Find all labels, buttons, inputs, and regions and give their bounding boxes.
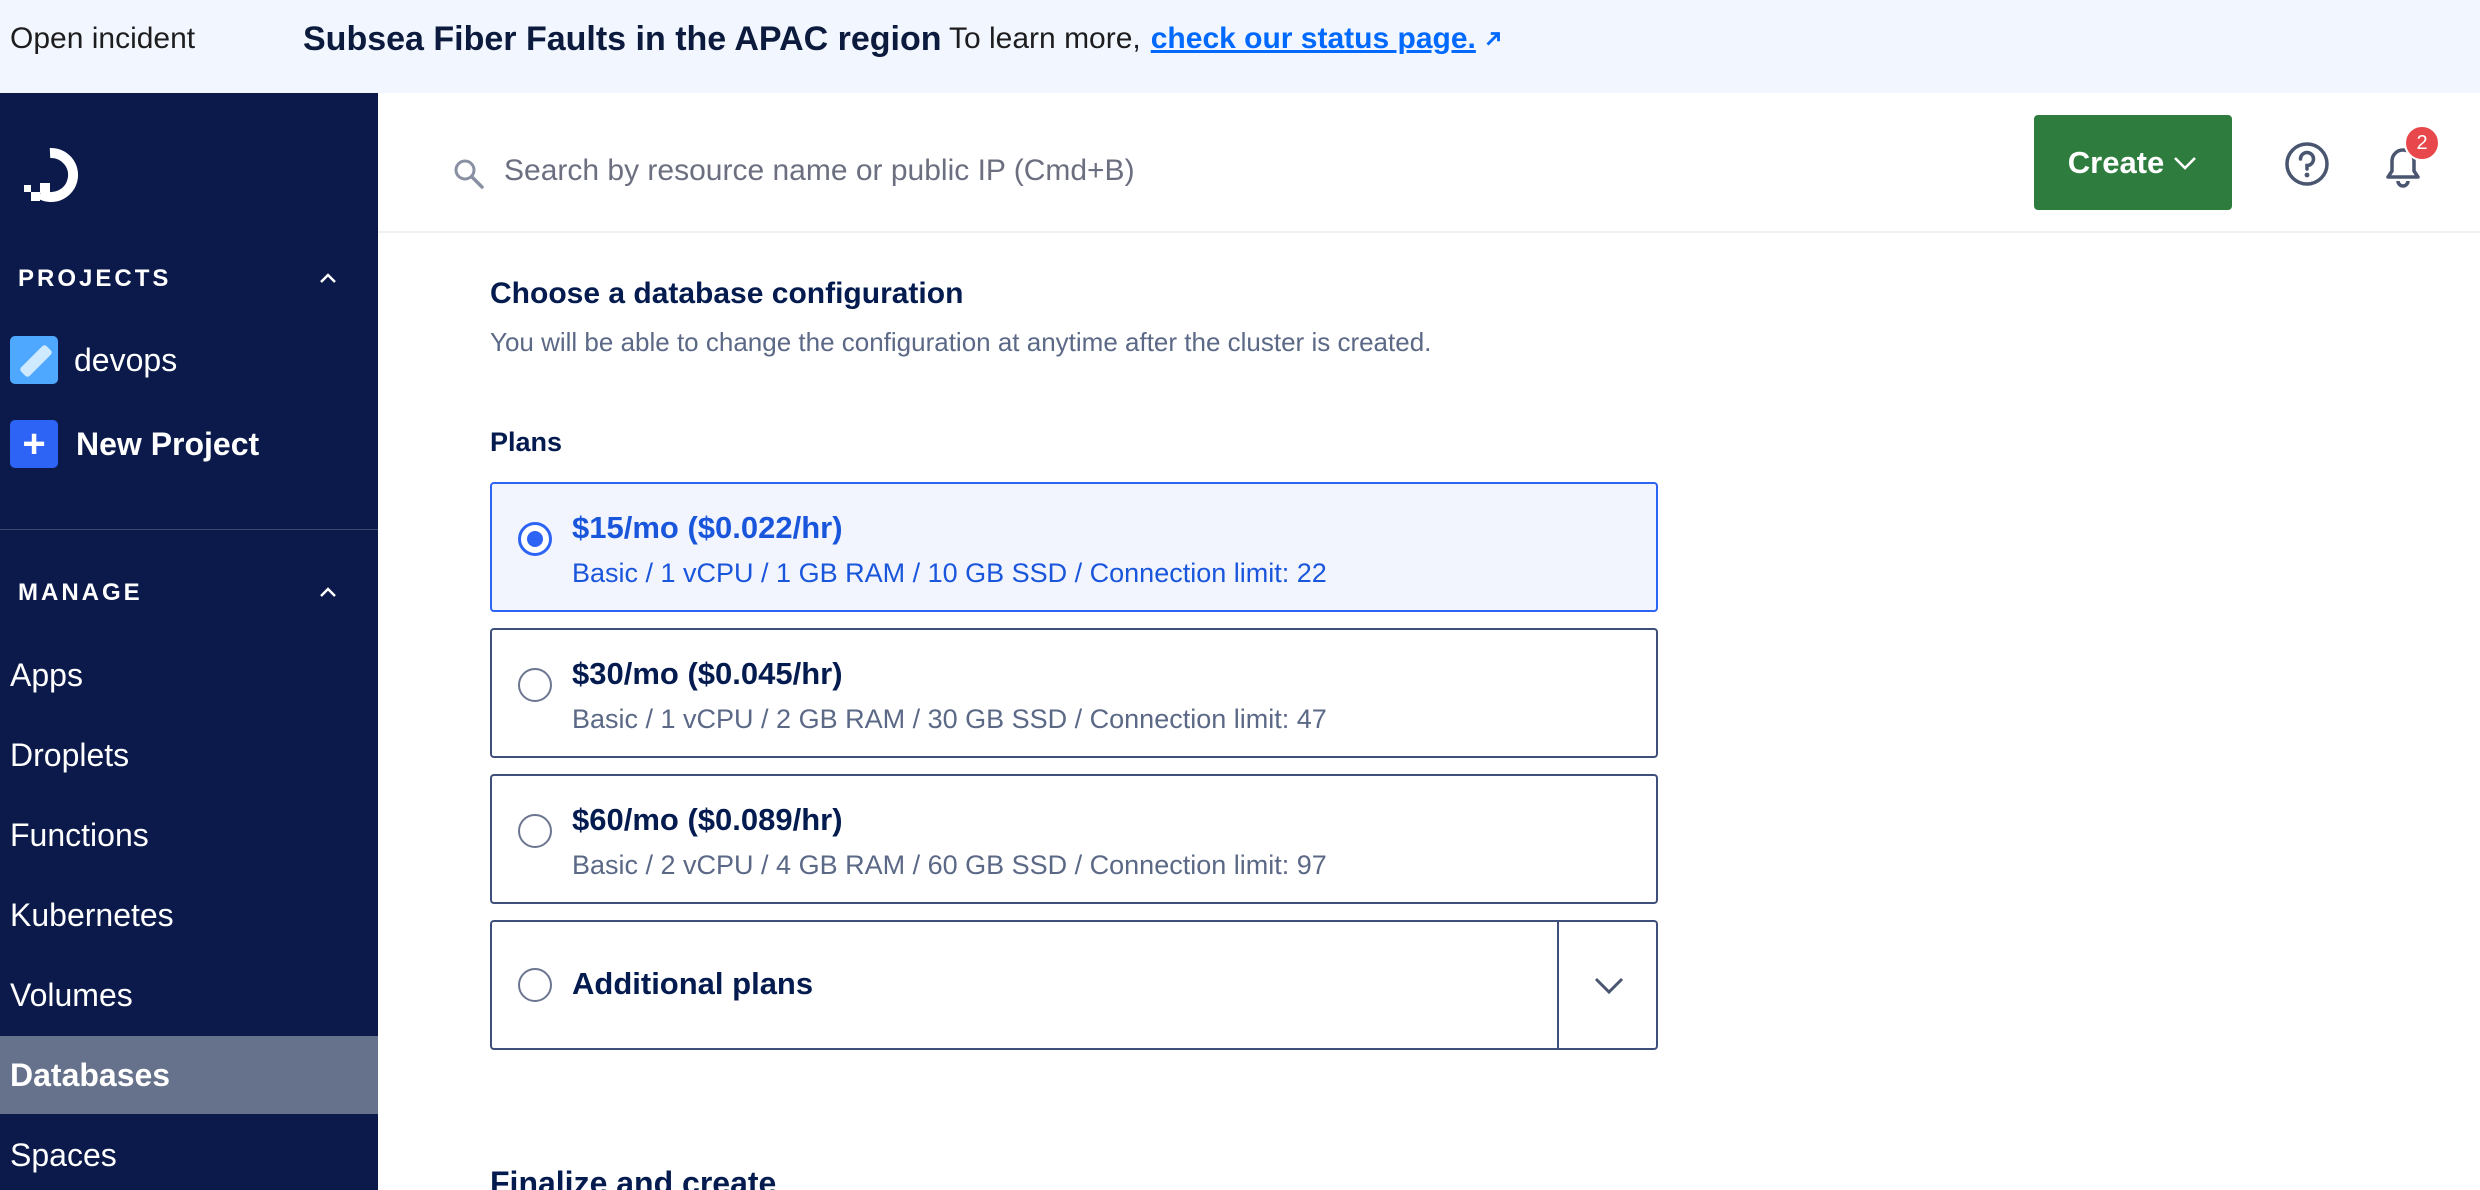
additional-plans-label: Additional plans [572,966,814,1001]
help-circle-icon[interactable] [2284,141,2330,187]
plan-price: $60/mo ($0.089/hr) [572,802,843,837]
new-project-label: New Project [76,425,260,462]
main-content: Choose a database configuration You will… [378,235,2480,1190]
sidebar: PROJECTS devops + New Project MANAGE App… [0,93,378,1190]
projects-heading: PROJECTS [18,265,172,292]
config-subtitle: You will be able to change the configura… [490,327,1432,357]
plan-option-60[interactable]: $60/mo ($0.089/hr) Basic / 2 vCPU / 4 GB… [490,774,1658,904]
chevron-down-icon [2174,156,2197,170]
sidebar-item-label: Apps [10,656,83,693]
incident-message-text: To learn more, [949,22,1141,55]
chevron-up-icon[interactable] [316,581,340,605]
incident-message: To learn more, check our status page. [949,22,1504,56]
sidebar-divider [0,529,378,530]
notification-count-badge: 2 [2404,125,2440,161]
sidebar-item-label: Droplets [10,736,130,773]
sidebar-item-label: Kubernetes [10,896,174,933]
search-icon [454,159,484,189]
search-input[interactable] [504,141,1804,201]
plan-price: $15/mo ($0.022/hr) [572,510,843,545]
sidebar-item-label: Functions [10,816,149,853]
sidebar-item-functions[interactable]: Functions [0,796,378,874]
plan-radio[interactable] [518,814,552,848]
create-button[interactable]: Create [2034,115,2232,210]
incident-status: Open incident [10,22,196,55]
project-devops[interactable]: devops [10,336,177,384]
top-header: Create 2 [378,93,2480,233]
incident-title: Subsea Fiber Faults in the APAC region [303,20,942,58]
plan-option-30[interactable]: $30/mo ($0.045/hr) Basic / 1 vCPU / 2 GB… [490,628,1658,758]
sidebar-item-apps[interactable]: Apps [0,636,378,714]
sidebar-item-droplets[interactable]: Droplets [0,716,378,794]
project-devops-badge [10,336,58,384]
new-project-button[interactable]: + New Project [10,420,259,468]
chevron-up-icon[interactable] [316,267,340,291]
sidebar-item-spaces[interactable]: Spaces [0,1116,378,1190]
plan-price: $30/mo ($0.045/hr) [572,656,843,691]
finalize-heading: Finalize and create [490,1165,777,1190]
chevron-down-icon [1594,977,1623,995]
project-label: devops [74,341,178,378]
status-page-link[interactable]: check our status page. [1151,22,1476,56]
additional-plans-expand-button[interactable] [1557,922,1658,1048]
sidebar-item-label: Volumes [10,976,133,1013]
additional-plans-radio[interactable] [518,968,552,1002]
external-arrow-icon [1486,32,1500,46]
plan-radio[interactable] [518,522,552,556]
plan-spec: Basic / 1 vCPU / 1 GB RAM / 10 GB SSD / … [572,558,1327,588]
additional-plans-card: Additional plans [490,920,1658,1050]
config-title: Choose a database configuration [490,277,964,310]
sidebar-item-kubernetes[interactable]: Kubernetes [0,876,378,954]
plan-option-15[interactable]: $15/mo ($0.022/hr) Basic / 1 vCPU / 1 GB… [490,482,1658,612]
plan-radio[interactable] [518,668,552,702]
sidebar-item-databases[interactable]: Databases [0,1036,378,1114]
sidebar-item-label: Databases [10,1056,171,1093]
manage-heading: MANAGE [18,579,143,606]
sidebar-item-volumes[interactable]: Volumes [0,956,378,1034]
sidebar-item-label: Spaces [10,1136,117,1173]
plan-spec: Basic / 1 vCPU / 2 GB RAM / 30 GB SSD / … [572,704,1327,734]
create-button-label: Create [2067,144,2165,180]
incident-banner: Open incident Subsea Fiber Faults in the… [0,0,2480,93]
do-logo-icon[interactable] [18,143,82,207]
plus-icon: + [10,420,58,468]
plans-label: Plans [490,427,563,457]
plan-spec: Basic / 2 vCPU / 4 GB RAM / 60 GB SSD / … [572,850,1327,880]
